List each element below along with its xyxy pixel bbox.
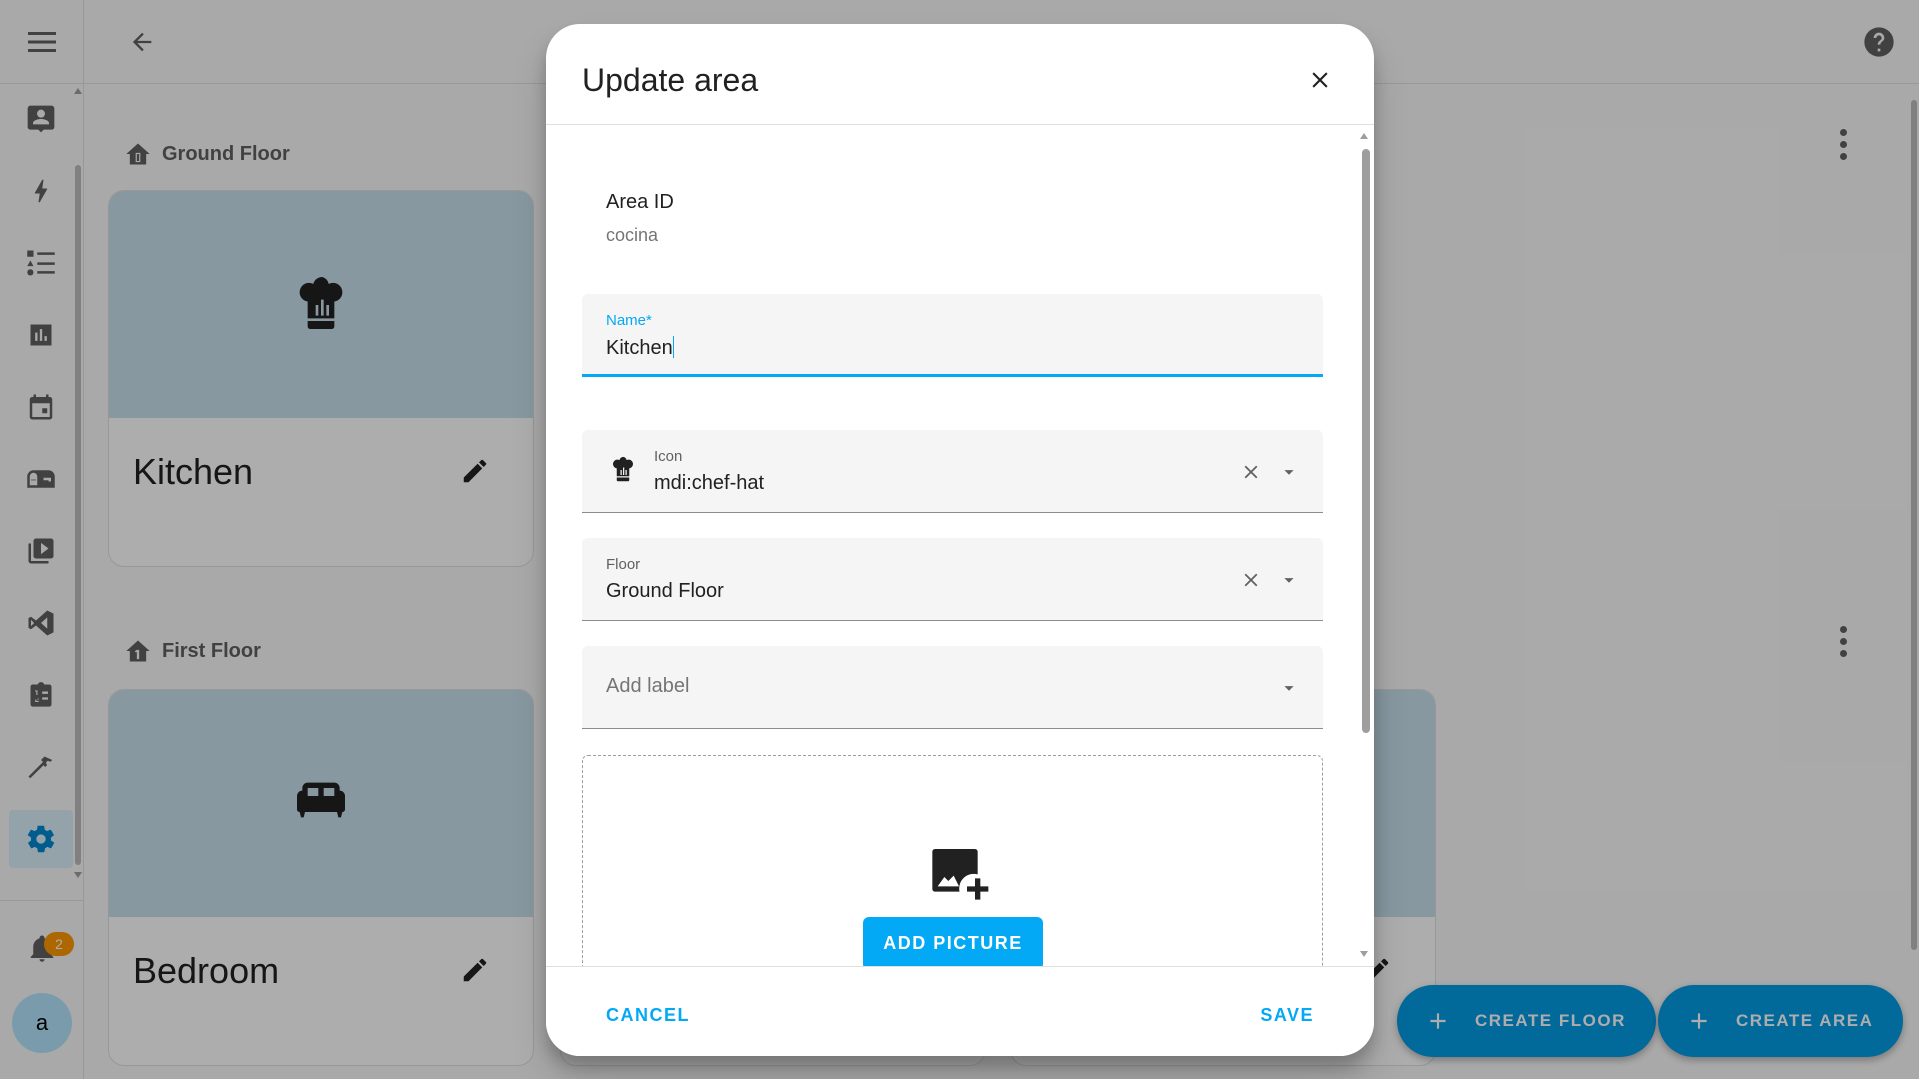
- dialog-scroll-down[interactable]: [1360, 951, 1368, 957]
- dialog-header: Update area: [546, 24, 1374, 125]
- name-input[interactable]: Kitchen: [606, 337, 673, 359]
- clear-floor-button[interactable]: [1237, 566, 1265, 594]
- menu-down-icon: [1284, 470, 1294, 475]
- chef-hat-icon: [606, 452, 640, 488]
- area-id-value: cocina: [606, 225, 659, 245]
- name-field-label: Name*: [606, 312, 652, 329]
- label-dropdown-button[interactable]: [1275, 674, 1303, 702]
- image-plus-icon: [932, 849, 989, 900]
- floor-picker-field[interactable]: Floor Ground Floor: [582, 538, 1323, 621]
- close-icon: [1312, 72, 1328, 88]
- floor-field-value: Ground Floor: [606, 580, 724, 602]
- dialog-scrollbar[interactable]: [1362, 149, 1370, 733]
- menu-down-icon: [1284, 686, 1294, 691]
- dialog-title: Update area: [582, 62, 759, 98]
- add-picture-button[interactable]: ADD PICTURE: [863, 917, 1043, 966]
- update-area-dialog: Update area Area ID cocina Name* Kitchen…: [546, 24, 1374, 1056]
- clear-icon-button[interactable]: [1237, 458, 1265, 486]
- label-field-placeholder: Add label: [606, 675, 690, 697]
- cancel-button[interactable]: CANCEL: [594, 995, 702, 1035]
- floor-field-label: Floor: [606, 556, 641, 573]
- picture-upload-dropzone[interactable]: ADD PICTURE Or drop your file here: [582, 755, 1323, 966]
- close-button[interactable]: [1302, 62, 1338, 98]
- dialog-content: Area ID cocina Name* Kitchen Icon mdi:ch…: [546, 125, 1374, 966]
- save-button[interactable]: SAVE: [1248, 995, 1326, 1035]
- name-field[interactable]: Name* Kitchen: [582, 294, 1323, 377]
- label-picker-field[interactable]: Add label: [582, 646, 1323, 729]
- dialog-actions: CANCEL SAVE: [546, 966, 1374, 1056]
- icon-field-label: Icon: [654, 448, 683, 465]
- close-icon: [1244, 573, 1258, 587]
- icon-field-value: mdi:chef-hat: [654, 472, 765, 494]
- area-id-label: Area ID: [606, 191, 674, 213]
- icon-picker-field[interactable]: Icon mdi:chef-hat: [582, 430, 1323, 513]
- close-icon: [1244, 465, 1258, 479]
- text-cursor: [672, 336, 674, 358]
- icon-dropdown-button[interactable]: [1275, 458, 1303, 486]
- dialog-scroll-up[interactable]: [1360, 133, 1368, 139]
- menu-down-icon: [1284, 578, 1294, 583]
- floor-dropdown-button[interactable]: [1275, 566, 1303, 594]
